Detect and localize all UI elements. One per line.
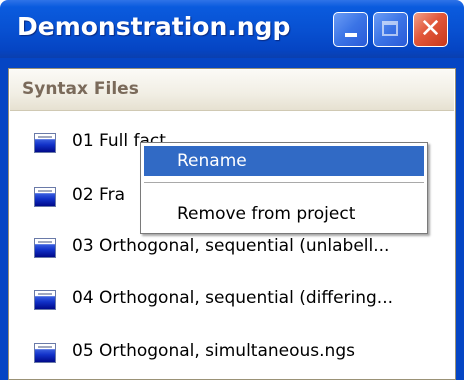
- context-menu: Rename Remove from project: [140, 142, 428, 234]
- panel-header[interactable]: Syntax Files: [10, 70, 454, 111]
- menu-item-remove-from-project[interactable]: Remove from project: [144, 199, 424, 229]
- syntax-file-icon: [34, 290, 56, 310]
- list-item[interactable]: 04 Orthogonal, sequential (differing...: [10, 280, 454, 318]
- menu-item-label: Rename: [177, 151, 247, 171]
- list-item-label: 04 Orthogonal, sequential (differing...: [72, 288, 394, 308]
- list-item[interactable]: 05 Orthogonal, simultaneous.ngs: [10, 333, 454, 371]
- close-icon: ✕: [419, 14, 442, 44]
- window-title: Demonstration.ngp: [17, 12, 291, 41]
- menu-separator: [144, 182, 424, 183]
- list-item-label: 05 Orthogonal, simultaneous.ngs: [72, 341, 355, 361]
- panel-header-label: Syntax Files: [22, 79, 139, 99]
- minimize-icon: [345, 33, 357, 37]
- syntax-file-icon: [34, 187, 56, 207]
- menu-item-rename[interactable]: Rename: [144, 146, 424, 176]
- list-item-label: 02 Fra: [72, 185, 125, 205]
- maximize-button[interactable]: [373, 12, 408, 47]
- title-bar[interactable]: Demonstration.ngp ✕: [0, 0, 464, 58]
- menu-item-label: Remove from project: [177, 204, 356, 224]
- minimize-button[interactable]: [333, 12, 368, 47]
- syntax-file-icon: [34, 133, 56, 153]
- list-item-label: 03 Orthogonal, sequential (unlabell...: [72, 236, 390, 256]
- maximize-icon: [382, 21, 398, 36]
- close-button[interactable]: ✕: [413, 12, 448, 47]
- syntax-file-icon: [34, 238, 56, 258]
- syntax-file-icon: [34, 343, 56, 363]
